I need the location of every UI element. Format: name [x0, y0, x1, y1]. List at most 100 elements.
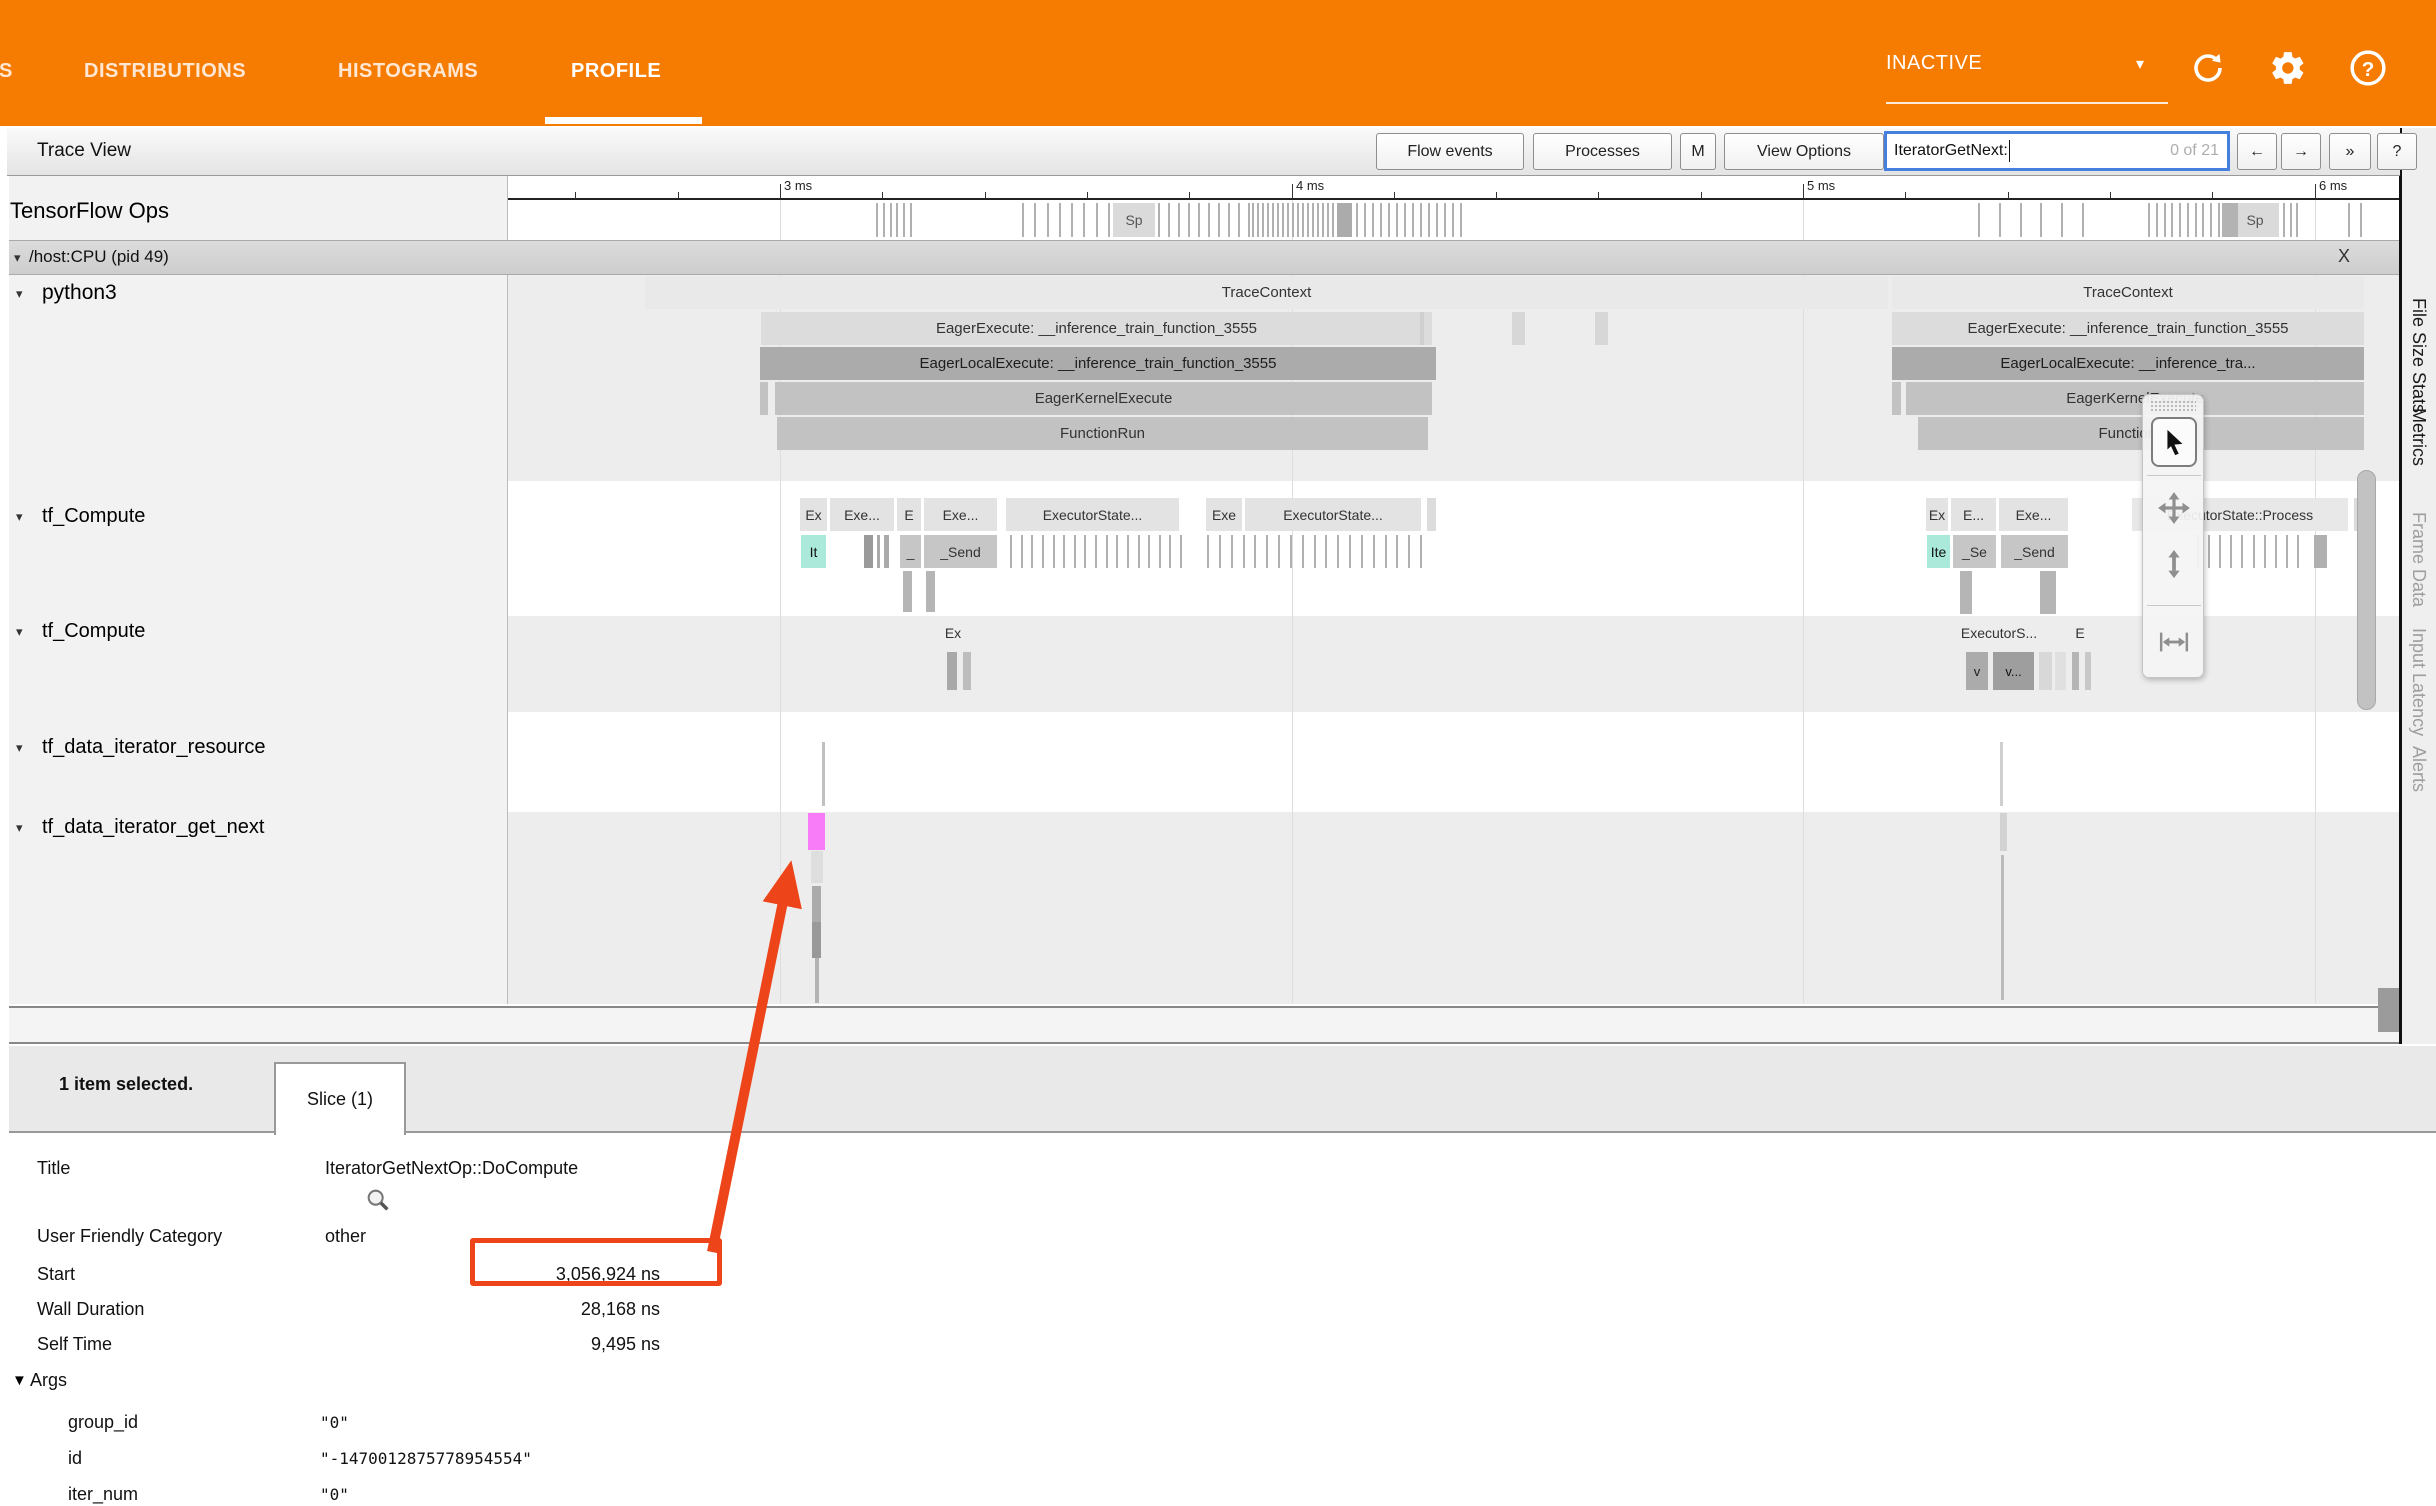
trace-tick[interactable]	[1159, 535, 1161, 568]
trace-tick[interactable]	[1138, 535, 1140, 568]
trace-tick[interactable]	[2253, 535, 2255, 568]
trace-tick[interactable]	[1287, 203, 1289, 237]
trace-slice[interactable]	[963, 652, 971, 690]
trace-slice[interactable]	[1512, 312, 1525, 345]
trace-tick[interactable]	[1074, 535, 1076, 568]
trace-slice[interactable]: Ex	[1926, 498, 1948, 531]
toolbar-nav-button[interactable]: ?	[2377, 133, 2417, 170]
trace-slice[interactable]	[1427, 498, 1436, 531]
trace-slice[interactable]: _Send	[924, 535, 997, 568]
trace-tick[interactable]	[1042, 535, 1044, 568]
reload-button[interactable]	[2184, 44, 2232, 92]
trace-tick[interactable]	[1332, 203, 1334, 237]
trace-slice[interactable]: _Se	[1953, 535, 1996, 568]
palette-drag-handle[interactable]	[2150, 400, 2196, 412]
track-label-tf_data_iterator_resource[interactable]: tf_data_iterator_resource	[42, 736, 265, 759]
trace-slice[interactable]	[877, 535, 880, 568]
trace-tick[interactable]	[1396, 535, 1398, 568]
search-input[interactable]: IteratorGetNext: 0 of 21	[1884, 131, 2230, 171]
trace-tick[interactable]	[2208, 535, 2210, 568]
trace-slice[interactable]: v	[1966, 652, 1988, 690]
track-label-tf_compute[interactable]: tf_Compute	[42, 505, 145, 528]
trace-tick[interactable]	[903, 203, 905, 237]
vertical-scrollbar-thumb[interactable]	[2357, 470, 2376, 710]
collapse-arrow-icon[interactable]: ▾	[14, 250, 21, 266]
help-button[interactable]: ?	[2344, 44, 2392, 92]
trace-tick[interactable]	[2290, 203, 2292, 237]
magnifier-icon[interactable]	[364, 1186, 392, 1214]
trace-tick[interactable]	[1302, 535, 1304, 568]
trace-slice[interactable]: EagerKernelExecute	[775, 382, 1432, 415]
trace-tick[interactable]	[1010, 535, 1012, 568]
trace-tick[interactable]	[1198, 203, 1200, 237]
trace-tick[interactable]	[1380, 203, 1382, 237]
trace-tick[interactable]	[2082, 203, 2084, 237]
trace-tick[interactable]	[2241, 535, 2243, 568]
trace-tick[interactable]	[1444, 203, 1446, 237]
trace-tick[interactable]	[1096, 203, 1098, 237]
trace-tick[interactable]	[1385, 535, 1387, 568]
trace-slice[interactable]	[1337, 203, 1352, 237]
trace-tick[interactable]	[1059, 203, 1061, 237]
trace-tick[interactable]	[2275, 535, 2277, 568]
trace-tick[interactable]	[1148, 535, 1150, 568]
trace-tick[interactable]	[1218, 203, 1220, 237]
trace-tick[interactable]	[883, 203, 885, 237]
trace-tick[interactable]	[1460, 203, 1462, 237]
trace-tick[interactable]	[1106, 535, 1108, 568]
trace-slice[interactable]	[2039, 652, 2052, 690]
trace-tick[interactable]	[1243, 535, 1245, 568]
trace-tick[interactable]	[1168, 203, 1170, 237]
trace-tick[interactable]	[2061, 203, 2063, 237]
trace-slice[interactable]: Exe...	[830, 498, 894, 531]
trace-slice[interactable]: E	[897, 498, 921, 531]
trace-tick[interactable]	[1022, 203, 1024, 237]
trace-slice[interactable]: Exe...	[924, 498, 997, 531]
nav-tab-hs[interactable]: HS	[0, 60, 13, 83]
trace-tick[interactable]	[1317, 203, 1319, 237]
trace-tick[interactable]	[1337, 535, 1339, 568]
pan-tool-button[interactable]	[2151, 483, 2197, 533]
trace-slice[interactable]: v...	[1993, 652, 2034, 690]
trace-tick[interactable]	[1428, 203, 1430, 237]
trace-slice[interactable]	[926, 571, 935, 612]
toolbar-nav-button[interactable]: ←	[2237, 133, 2277, 170]
trace-slice[interactable]: EagerExecute: __inference_train_function…	[761, 312, 1432, 345]
trace-tick[interactable]	[2283, 203, 2285, 237]
trace-tick[interactable]	[1404, 203, 1406, 237]
trace-tick[interactable]	[1127, 535, 1129, 568]
trace-slice[interactable]	[2314, 535, 2327, 568]
trace-tick[interactable]	[1228, 203, 1230, 237]
sidebar-tab-alerts[interactable]: Alerts	[2408, 746, 2429, 792]
trace-slice[interactable]: EagerLocalExecute: __inference_train_fun…	[760, 347, 1436, 380]
trace-tick[interactable]	[2296, 203, 2298, 237]
trace-slice[interactable]: _Send	[2001, 535, 2068, 568]
trace-slice[interactable]: Ex	[800, 498, 827, 531]
trace-slice[interactable]	[2222, 203, 2238, 237]
trace-slice[interactable]: Ex	[938, 620, 968, 646]
trace-tick[interactable]	[2179, 203, 2181, 237]
select-tool-button[interactable]	[2151, 417, 2197, 467]
trace-slice[interactable]	[2001, 855, 2004, 1000]
trace-tick[interactable]	[2219, 535, 2221, 568]
toolbar-button-m[interactable]: M	[1680, 133, 1716, 170]
trace-tick[interactable]	[1178, 203, 1180, 237]
trace-tick[interactable]	[1254, 535, 1256, 568]
trace-slice[interactable]	[947, 652, 957, 690]
trace-tick[interactable]	[1071, 203, 1073, 237]
trace-tick[interactable]	[1978, 203, 1980, 237]
trace-tick[interactable]	[1095, 535, 1097, 568]
trace-tick[interactable]	[1314, 535, 1316, 568]
trace-tick[interactable]	[1408, 535, 1410, 568]
trace-slice[interactable]: Sp	[2231, 203, 2279, 237]
trace-slice[interactable]: Sp	[1113, 203, 1155, 237]
trace-slice[interactable]: E	[2068, 620, 2092, 646]
trace-tick[interactable]	[910, 203, 912, 237]
trace-slice[interactable]	[884, 535, 889, 568]
toolbar-button-processes[interactable]: Processes	[1533, 133, 1672, 170]
trace-slice[interactable]: ExecutorState...	[1006, 498, 1179, 531]
trace-slice[interactable]	[2072, 652, 2079, 690]
trace-slice[interactable]: ExecutorS...	[1940, 620, 2058, 646]
tab-slice[interactable]: Slice (1)	[274, 1062, 406, 1135]
trace-slice[interactable]	[760, 382, 768, 415]
